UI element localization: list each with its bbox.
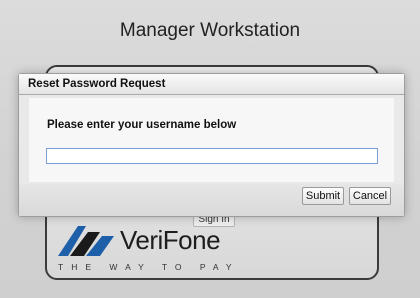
brand-tagline: THE WAY TO PAY [58, 262, 240, 272]
dialog-title: Reset Password Request [28, 78, 166, 90]
verifone-logo: VeriFone THE WAY TO PAY [56, 222, 246, 274]
app-title: Manager Workstation [119, 20, 301, 41]
verifone-mark-icon [58, 226, 114, 256]
dialog-body: Please enter your username below [29, 98, 394, 182]
dialog-footer: Submit Cancel [19, 184, 404, 216]
reset-password-dialog: Reset Password Request Please enter your… [18, 73, 405, 217]
brand-name: VeriFone [120, 225, 221, 255]
dialog-titlebar[interactable]: Reset Password Request [19, 74, 404, 95]
cancel-button[interactable]: Cancel [349, 187, 391, 205]
username-input[interactable] [46, 148, 378, 164]
submit-button[interactable]: Submit [302, 187, 344, 205]
username-prompt: Please enter your username below [47, 119, 237, 131]
